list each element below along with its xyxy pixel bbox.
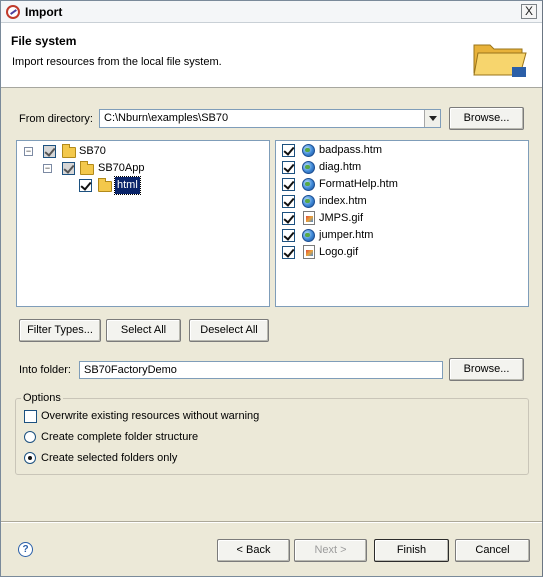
folder-icon xyxy=(62,144,76,158)
chevron-down-icon[interactable] xyxy=(424,110,440,127)
file-row[interactable]: JMPS.gif xyxy=(282,210,482,227)
file-name: JMPS.gif xyxy=(319,212,364,224)
help-icon[interactable]: ? xyxy=(18,542,33,557)
options-group-title: Options xyxy=(21,392,63,404)
next-button[interactable]: Next > xyxy=(294,539,367,562)
file-name: Logo.gif xyxy=(319,246,359,258)
file-name: FormatHelp.htm xyxy=(319,178,398,190)
collapse-icon[interactable]: − xyxy=(24,147,33,156)
into-folder-value: SB70FactoryDemo xyxy=(84,364,177,376)
eclipse-app-icon xyxy=(6,5,20,19)
tree-label-html: html xyxy=(114,176,141,195)
complete-structure-radio[interactable] xyxy=(24,431,36,443)
from-directory-label: From directory: xyxy=(19,113,93,125)
file-row[interactable]: index.htm xyxy=(282,193,482,210)
from-directory-combo[interactable]: C:\Nburn\examples\SB70 xyxy=(99,109,441,128)
selected-folders-radio[interactable] xyxy=(24,452,36,464)
browse-folder-button[interactable]: Browse... xyxy=(449,358,524,381)
web-page-icon xyxy=(302,161,315,174)
web-page-icon xyxy=(302,195,315,208)
tree-checkbox-sb70[interactable] xyxy=(43,145,56,158)
cancel-button[interactable]: Cancel xyxy=(455,539,530,562)
into-folder-input[interactable]: SB70FactoryDemo xyxy=(79,361,443,379)
deselect-all-button[interactable]: Deselect All xyxy=(189,319,269,342)
file-name: diag.htm xyxy=(319,161,362,173)
file-row[interactable]: jumper.htm xyxy=(282,227,482,244)
select-all-button[interactable]: Select All xyxy=(106,319,181,342)
file-checkbox[interactable] xyxy=(282,229,295,242)
from-directory-value: C:\Nburn\examples\SB70 xyxy=(104,112,229,124)
file-checkbox[interactable] xyxy=(282,195,295,208)
selected-folders-label: Create selected folders only xyxy=(41,452,178,464)
overwrite-checkbox[interactable] xyxy=(24,410,37,423)
web-page-icon xyxy=(302,178,315,191)
tree-item-sb70app[interactable]: − SB70App xyxy=(22,160,172,177)
title-bar: Import X xyxy=(1,1,542,23)
file-list[interactable]: badpass.htm diag.htm FormatHelp.htm inde… xyxy=(275,140,529,307)
page-description: Import resources from the local file sys… xyxy=(12,56,222,68)
into-folder-label: Into folder: xyxy=(19,364,71,376)
tree-checkbox-sb70app[interactable] xyxy=(62,162,75,175)
overwrite-label: Overwrite existing resources without war… xyxy=(41,410,260,422)
complete-structure-label: Create complete folder structure xyxy=(41,431,199,443)
file-checkbox[interactable] xyxy=(282,212,295,225)
file-checkbox[interactable] xyxy=(282,161,295,174)
folder-banner-icon xyxy=(473,44,527,77)
folder-tree[interactable]: − SB70 − SB70App html xyxy=(16,140,270,307)
file-row[interactable]: FormatHelp.htm xyxy=(282,176,482,193)
file-name: badpass.htm xyxy=(319,144,382,156)
tree-label-sb70app: SB70App xyxy=(98,162,145,174)
folder-icon xyxy=(80,161,94,175)
file-checkbox[interactable] xyxy=(282,178,295,191)
import-dialog: Import X File system Import resources fr… xyxy=(0,0,543,577)
folder-icon xyxy=(98,178,112,192)
browse-directory-button[interactable]: Browse... xyxy=(449,107,524,130)
filter-types-button[interactable]: Filter Types... xyxy=(19,319,101,342)
file-checkbox[interactable] xyxy=(282,144,295,157)
close-button[interactable]: X xyxy=(521,4,537,19)
tree-label-sb70: SB70 xyxy=(79,145,106,157)
file-checkbox[interactable] xyxy=(282,246,295,259)
file-row[interactable]: Logo.gif xyxy=(282,244,482,261)
page-title: File system xyxy=(11,34,77,48)
window-title: Import xyxy=(25,5,63,19)
tree-checkbox-html[interactable] xyxy=(79,179,92,192)
tree-item-sb70[interactable]: − SB70 xyxy=(22,143,142,160)
web-page-icon xyxy=(302,144,315,157)
wizard-header: File system Import resources from the lo… xyxy=(1,23,542,88)
web-page-icon xyxy=(302,229,315,242)
back-button[interactable]: < Back xyxy=(217,539,290,562)
image-file-icon xyxy=(303,211,315,225)
file-name: index.htm xyxy=(319,195,367,207)
finish-button[interactable]: Finish xyxy=(374,539,449,562)
file-name: jumper.htm xyxy=(319,229,374,241)
image-file-icon xyxy=(303,245,315,259)
footer-separator xyxy=(1,521,542,523)
file-row[interactable]: badpass.htm xyxy=(282,142,482,159)
file-row[interactable]: diag.htm xyxy=(282,159,482,176)
tree-item-html[interactable]: html xyxy=(22,176,172,195)
collapse-icon[interactable]: − xyxy=(43,164,52,173)
